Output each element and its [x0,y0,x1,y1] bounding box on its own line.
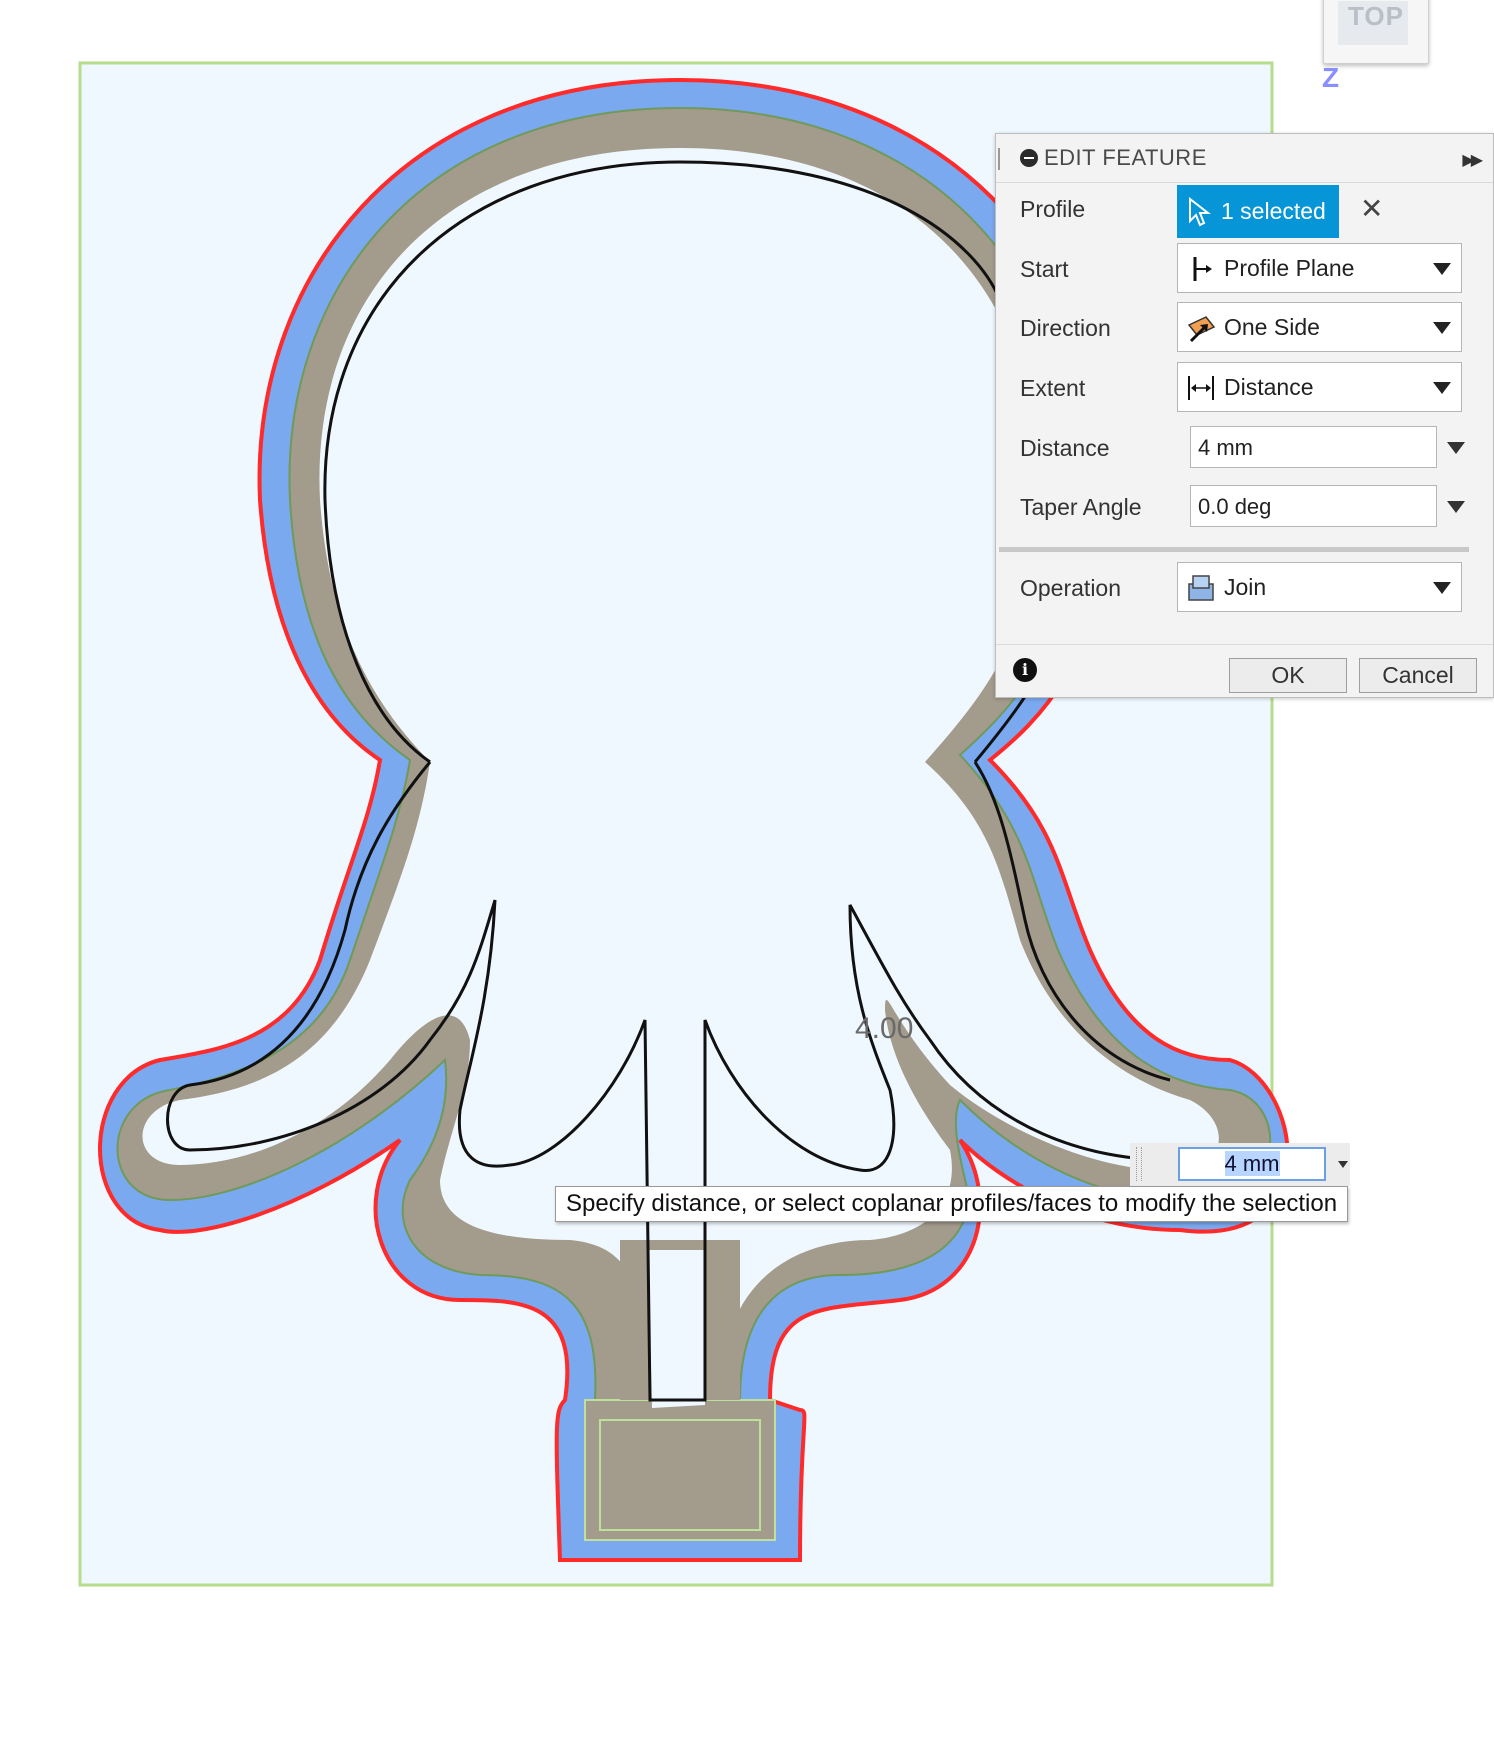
canvas-distance-input[interactable]: 4 mm [1178,1147,1326,1181]
one-side-icon [1187,316,1216,343]
extent-label: Extent [1020,375,1086,401]
distance-label: Distance [1020,435,1110,461]
clear-selection-icon[interactable]: ✕ [1360,192,1383,225]
collapse-icon[interactable] [1020,149,1038,167]
fast-forward-icon[interactable]: ▶▶ [1462,150,1483,170]
ok-button[interactable]: OK [1229,658,1347,693]
canvas-distance-manipulator: 4 mm [1130,1143,1350,1186]
z-axis-label: Z [1322,62,1340,93]
profile-selection-button[interactable]: 1 selected [1177,185,1339,238]
cursor-arrow-icon [1189,197,1211,227]
direction-value: One Side [1224,314,1320,340]
stem-slot [648,1250,706,1408]
start-dropdown[interactable]: Profile Plane [1177,243,1462,293]
view-cube-label: TOP [1348,1,1404,31]
operation-label: Operation [1020,575,1122,601]
tooltip: Specify distance, or select coplanar pro… [555,1186,1349,1222]
chevron-down-icon [1433,582,1451,594]
chevron-down-icon [1433,322,1451,334]
join-icon [1188,575,1214,601]
section-divider [999,547,1469,552]
cancel-button[interactable]: Cancel [1359,658,1477,693]
panel-header[interactable]: EDIT FEATURE ▶▶ [996,134,1493,183]
chevron-down-icon[interactable] [1338,1161,1348,1168]
distance-extent-icon [1188,376,1214,400]
profile-plane-icon [1193,257,1212,281]
direction-label: Direction [1020,315,1111,341]
distance-options-chevron-icon[interactable] [1447,442,1465,454]
extent-value: Distance [1224,374,1314,400]
distance-input[interactable]: 4 mm [1190,426,1437,468]
profile-label: Profile [1020,196,1086,222]
edit-feature-panel: EDIT FEATURE ▶▶ Profile 1 selected ✕ Sta… [995,133,1494,698]
direction-dropdown[interactable]: One Side [1177,302,1462,352]
drag-grip-icon[interactable] [998,148,1004,170]
operation-dropdown[interactable]: Join [1177,562,1462,612]
taper-options-chevron-icon[interactable] [1447,501,1465,513]
canvas-distance-value: 4 mm [1224,1151,1280,1176]
start-value: Profile Plane [1224,255,1355,281]
panel-footer: i OK Cancel [996,644,1493,698]
dimension-label: 4.00 [855,1012,914,1045]
drag-grip-icon[interactable] [1136,1147,1142,1181]
panel-title: EDIT FEATURE [1044,145,1207,170]
profile-selection-text: 1 selected [1221,198,1326,224]
info-icon[interactable]: i [1013,658,1037,682]
taper-angle-input[interactable]: 0.0 deg [1190,485,1437,527]
chevron-down-icon [1433,263,1451,275]
start-label: Start [1020,256,1069,282]
extent-dropdown[interactable]: Distance [1177,362,1462,412]
operation-value: Join [1224,574,1267,600]
view-cube[interactable]: TOP [1323,0,1429,64]
chevron-down-icon [1433,382,1451,394]
taper-angle-label: Taper Angle [1020,494,1142,520]
